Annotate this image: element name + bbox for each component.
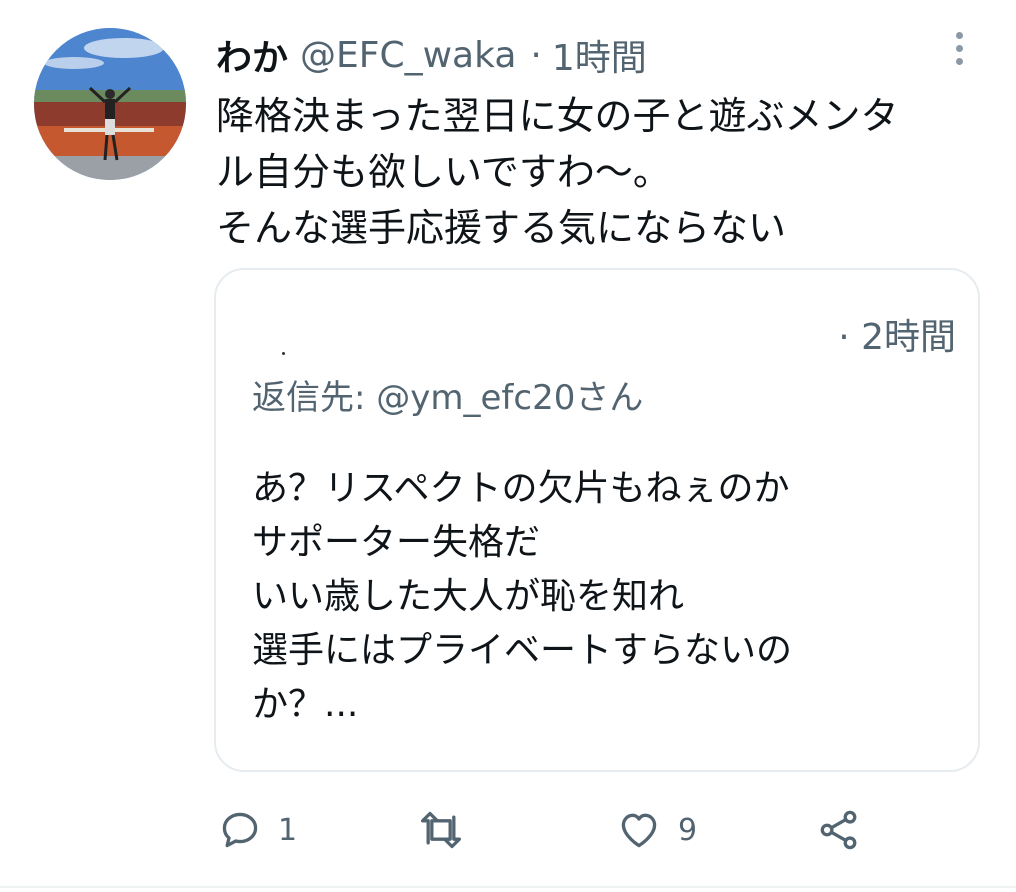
tweet-text-line: そんな選手応援する気にならない <box>216 206 787 250</box>
more-icon <box>955 31 963 39</box>
quoted-text-line: サポーター失格だ <box>252 522 541 563</box>
user-handle[interactable]: @EFC_waka <box>300 35 516 76</box>
tweet-timestamp[interactable]: 1時間 <box>552 29 647 81</box>
quoted-text-line: あ？リスペクトの欠片もねぇのか <box>252 468 790 509</box>
like-button[interactable]: 9 <box>616 808 697 852</box>
reply-count: 1 <box>278 812 298 848</box>
more-icon-dot <box>955 44 963 52</box>
reply-to-label: 返信先: @ym_efc20さん <box>252 378 644 418</box>
action-bar: 1 9 <box>0 800 1016 860</box>
tweet-text: 降格決まった翌日に女の子と遊ぶメンタ ル自分も欲しいですわ〜。 そんな選手応援す… <box>216 88 986 256</box>
more-icon-dot <box>955 57 963 65</box>
tweet-text-line: ル自分も欲しいですわ〜。 <box>216 150 671 194</box>
share-button[interactable] <box>816 808 862 852</box>
quoted-text-line: か？... <box>252 684 359 725</box>
quoted-tweet-timestamp[interactable]: · 2時間 <box>838 308 956 360</box>
reply-icon <box>222 812 258 848</box>
retweet-button[interactable] <box>416 808 482 852</box>
quoted-tweet-text: あ？リスペクトの欠片もねぇのか サポーター失格だ いい歳した大人が恥を知れ 選手… <box>252 462 792 732</box>
quoted-user-placeholder <box>282 352 285 355</box>
separator-dot: · <box>530 34 542 76</box>
avatar[interactable] <box>34 28 186 180</box>
like-count: 9 <box>678 812 698 848</box>
share-icon <box>820 810 857 850</box>
tweet-divider <box>0 886 1016 888</box>
quoted-tweet[interactable]: · 2時間 返信先: @ym_efc20さん あ？リスペクトの欠片もねぇのか サ… <box>214 268 980 772</box>
quoted-text-line: 選手にはプライベートすらないの <box>252 630 793 671</box>
retweet-icon <box>421 811 461 849</box>
avatar-image <box>34 28 186 180</box>
tweet-header: わか @EFC_waka · 1時間 <box>216 30 647 80</box>
like-icon <box>621 813 657 848</box>
quoted-text-line: いい歳した大人が恥を知れ <box>252 576 685 617</box>
tweet-text-line: 降格決まった翌日に女の子と遊ぶメンタ <box>216 94 899 138</box>
more-options-button[interactable] <box>944 26 974 70</box>
display-name[interactable]: わか <box>216 29 288 81</box>
reply-button[interactable]: 1 <box>218 808 297 852</box>
